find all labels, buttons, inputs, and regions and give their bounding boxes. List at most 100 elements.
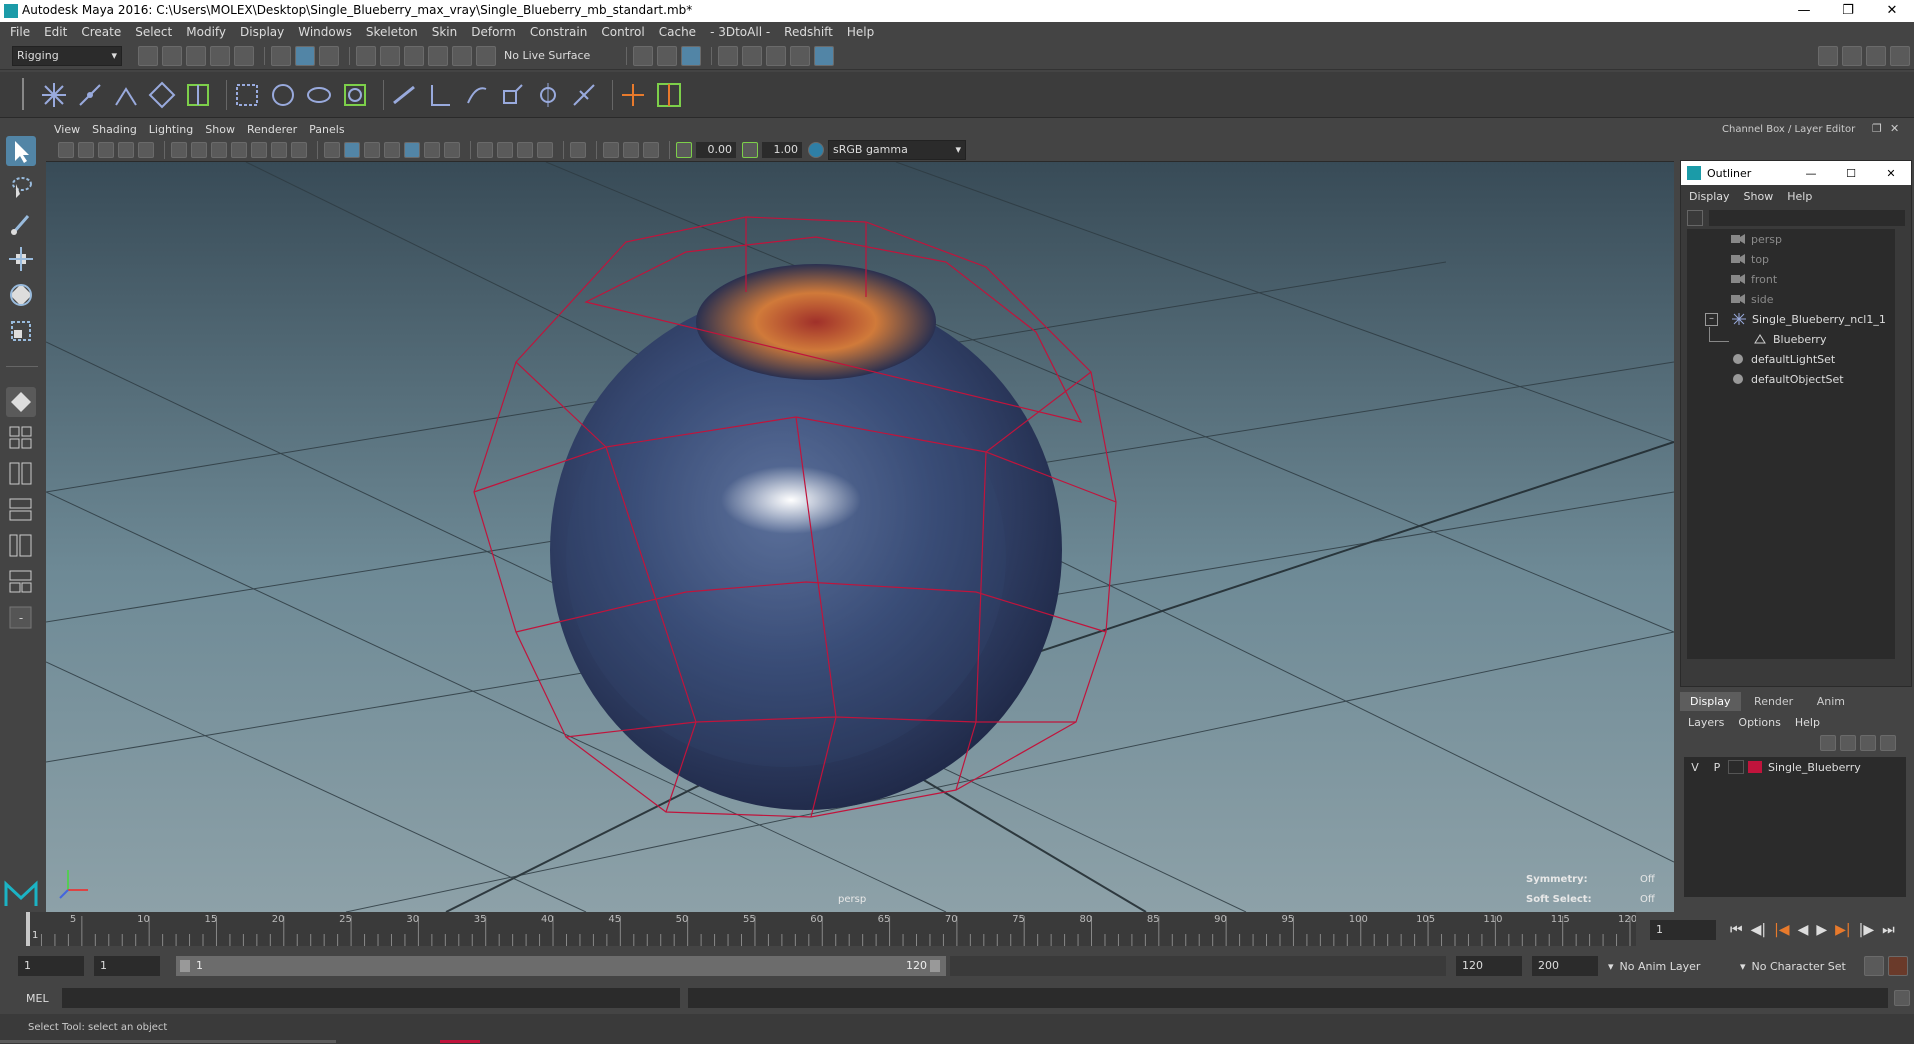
image-plane-icon[interactable] xyxy=(118,141,134,158)
close-button[interactable]: ✕ xyxy=(1870,0,1914,22)
paint-weights-icon[interactable] xyxy=(184,81,212,109)
two-d-pan-icon[interactable] xyxy=(138,141,154,158)
step-forward-key-icon[interactable]: |▶ xyxy=(1859,922,1874,938)
viewport-menu-panels[interactable]: Panels xyxy=(309,123,344,136)
menu-display[interactable]: Display xyxy=(240,25,284,39)
rotate-tool-icon[interactable] xyxy=(6,280,36,310)
select-component-icon[interactable] xyxy=(319,45,339,66)
move-layer-down-icon[interactable] xyxy=(1840,735,1856,751)
anti-aliasing-icon[interactable] xyxy=(517,141,533,158)
outliner-item-top[interactable]: top xyxy=(1687,249,1905,269)
outliner-menu-show[interactable]: Show xyxy=(1744,190,1774,203)
tab-render[interactable]: Render xyxy=(1744,692,1803,711)
render-view-icon[interactable] xyxy=(633,45,653,66)
live-surface-icon[interactable] xyxy=(476,45,496,66)
wireframe-on-shaded-icon[interactable] xyxy=(384,141,400,158)
step-back-frame-icon[interactable]: |◀ xyxy=(1774,922,1789,938)
playback-start-field[interactable]: 1 xyxy=(94,956,160,976)
joint-tool-icon[interactable] xyxy=(40,81,68,109)
new-empty-layer-icon[interactable] xyxy=(1860,735,1876,751)
lattice-icon[interactable] xyxy=(233,81,261,109)
layout-hypershade-icon[interactable] xyxy=(6,567,36,597)
play-forwards-icon[interactable]: ▶ xyxy=(1816,922,1827,938)
step-forward-frame-icon[interactable]: ▶| xyxy=(1835,922,1850,938)
snap-curve-icon[interactable] xyxy=(380,45,400,66)
animation-end-field[interactable]: 200 xyxy=(1532,956,1598,976)
exposure-field[interactable]: 0.00 xyxy=(696,141,736,158)
new-layer-from-selection-icon[interactable] xyxy=(1880,735,1896,751)
ik-handle-icon[interactable] xyxy=(76,81,104,109)
undo-icon[interactable] xyxy=(210,45,230,66)
range-slider-remainder[interactable] xyxy=(950,956,1446,976)
grid-toggle-icon[interactable] xyxy=(171,141,187,158)
channel-box-toggle-icon[interactable] xyxy=(1890,45,1910,66)
animation-start-field[interactable]: 1 xyxy=(18,956,84,976)
snap-surface-icon[interactable] xyxy=(452,45,472,66)
anim-layer-dropdown[interactable]: ▾ No Anim Layer xyxy=(1608,956,1738,976)
viewport-menu-show[interactable]: Show xyxy=(205,123,235,136)
menu-3dtoall[interactable]: - 3DtoAll - xyxy=(710,25,770,39)
menu-control[interactable]: Control xyxy=(601,25,644,39)
save-scene-icon[interactable] xyxy=(186,45,206,66)
menu-modify[interactable]: Modify xyxy=(186,25,226,39)
perspective-viewport[interactable]: persp Symmetry: Off Soft Select: Off xyxy=(46,162,1674,912)
menu-edit[interactable]: Edit xyxy=(44,25,67,39)
command-language-label[interactable]: MEL xyxy=(26,992,49,1005)
layout-persp-graph-icon[interactable] xyxy=(6,495,36,525)
new-scene-icon[interactable] xyxy=(138,45,158,66)
current-frame-field[interactable]: 1 xyxy=(1650,920,1716,940)
select-object-icon[interactable] xyxy=(295,45,315,66)
menu-help[interactable]: Help xyxy=(847,25,874,39)
lasso-tool-icon[interactable] xyxy=(6,172,36,202)
outliner-item-persp[interactable]: persp xyxy=(1687,229,1905,249)
menu-redshift[interactable]: Redshift xyxy=(784,25,833,39)
gate-mask-icon[interactable] xyxy=(231,141,247,158)
modeling-toolkit-icon[interactable] xyxy=(1818,45,1838,66)
layer-color-swatch[interactable] xyxy=(1748,761,1762,773)
resolution-gate-icon[interactable] xyxy=(211,141,227,158)
set-driven-key-icon[interactable] xyxy=(655,81,683,109)
attribute-editor-toggle-icon[interactable] xyxy=(1842,45,1862,66)
aim-constraint-icon[interactable] xyxy=(534,81,562,109)
minimize-button[interactable]: — xyxy=(1782,0,1826,22)
snap-point-icon[interactable] xyxy=(404,45,424,66)
snap-view-icon[interactable] xyxy=(428,45,448,66)
layout-persp-outliner-icon[interactable] xyxy=(6,531,36,561)
field-chart-icon[interactable] xyxy=(251,141,267,158)
menu-cache[interactable]: Cache xyxy=(659,25,696,39)
viewport-menu-lighting[interactable]: Lighting xyxy=(149,123,193,136)
menu-create[interactable]: Create xyxy=(81,25,121,39)
menu-select[interactable]: Select xyxy=(135,25,172,39)
menu-constrain[interactable]: Constrain xyxy=(530,25,588,39)
gamma-icon[interactable] xyxy=(742,141,758,158)
select-camera-icon[interactable] xyxy=(58,141,74,158)
menu-skeleton[interactable]: Skeleton xyxy=(366,25,418,39)
light-editor-icon[interactable] xyxy=(790,45,810,66)
custom-layout-icon[interactable]: - xyxy=(6,603,36,633)
redo-icon[interactable] xyxy=(234,45,254,66)
time-slider-track[interactable]: 5 10 15 20 25 30 35 40 45 50 55 60 65 70 75 80 85 90 95 100… xyxy=(26,912,1636,946)
use-all-lights-icon[interactable] xyxy=(424,141,440,158)
open-scene-icon[interactable] xyxy=(162,45,182,66)
pole-vector-icon[interactable] xyxy=(570,81,598,109)
bind-skin-icon[interactable] xyxy=(148,81,176,109)
last-tool-icon[interactable] xyxy=(6,387,36,417)
ambient-occlusion-icon[interactable] xyxy=(477,141,493,158)
menu-skin[interactable]: Skin xyxy=(432,25,458,39)
minimize-button[interactable]: — xyxy=(1791,167,1831,180)
render-setup-icon[interactable] xyxy=(766,45,786,66)
play-backwards-icon[interactable]: ◀ xyxy=(1798,922,1809,938)
go-to-start-icon[interactable]: ⏮ xyxy=(1730,922,1743,938)
shelf-tabs-handle[interactable] xyxy=(22,78,32,110)
view-transform-dropdown[interactable]: sRGB gamma ▾ xyxy=(828,139,966,160)
xray-active-icon[interactable] xyxy=(623,141,639,158)
exposure-icon[interactable] xyxy=(676,141,692,158)
step-back-key-icon[interactable]: ◀| xyxy=(1751,922,1766,938)
layer-visibility-toggle[interactable]: V xyxy=(1684,761,1706,774)
outliner-menu-help[interactable]: Help xyxy=(1787,190,1812,203)
camera-attributes-icon[interactable] xyxy=(78,141,94,158)
menu-windows[interactable]: Windows xyxy=(298,25,352,39)
tab-anim[interactable]: Anim xyxy=(1807,692,1855,711)
tab-display[interactable]: Display xyxy=(1680,692,1741,711)
safe-title-icon[interactable] xyxy=(291,141,307,158)
